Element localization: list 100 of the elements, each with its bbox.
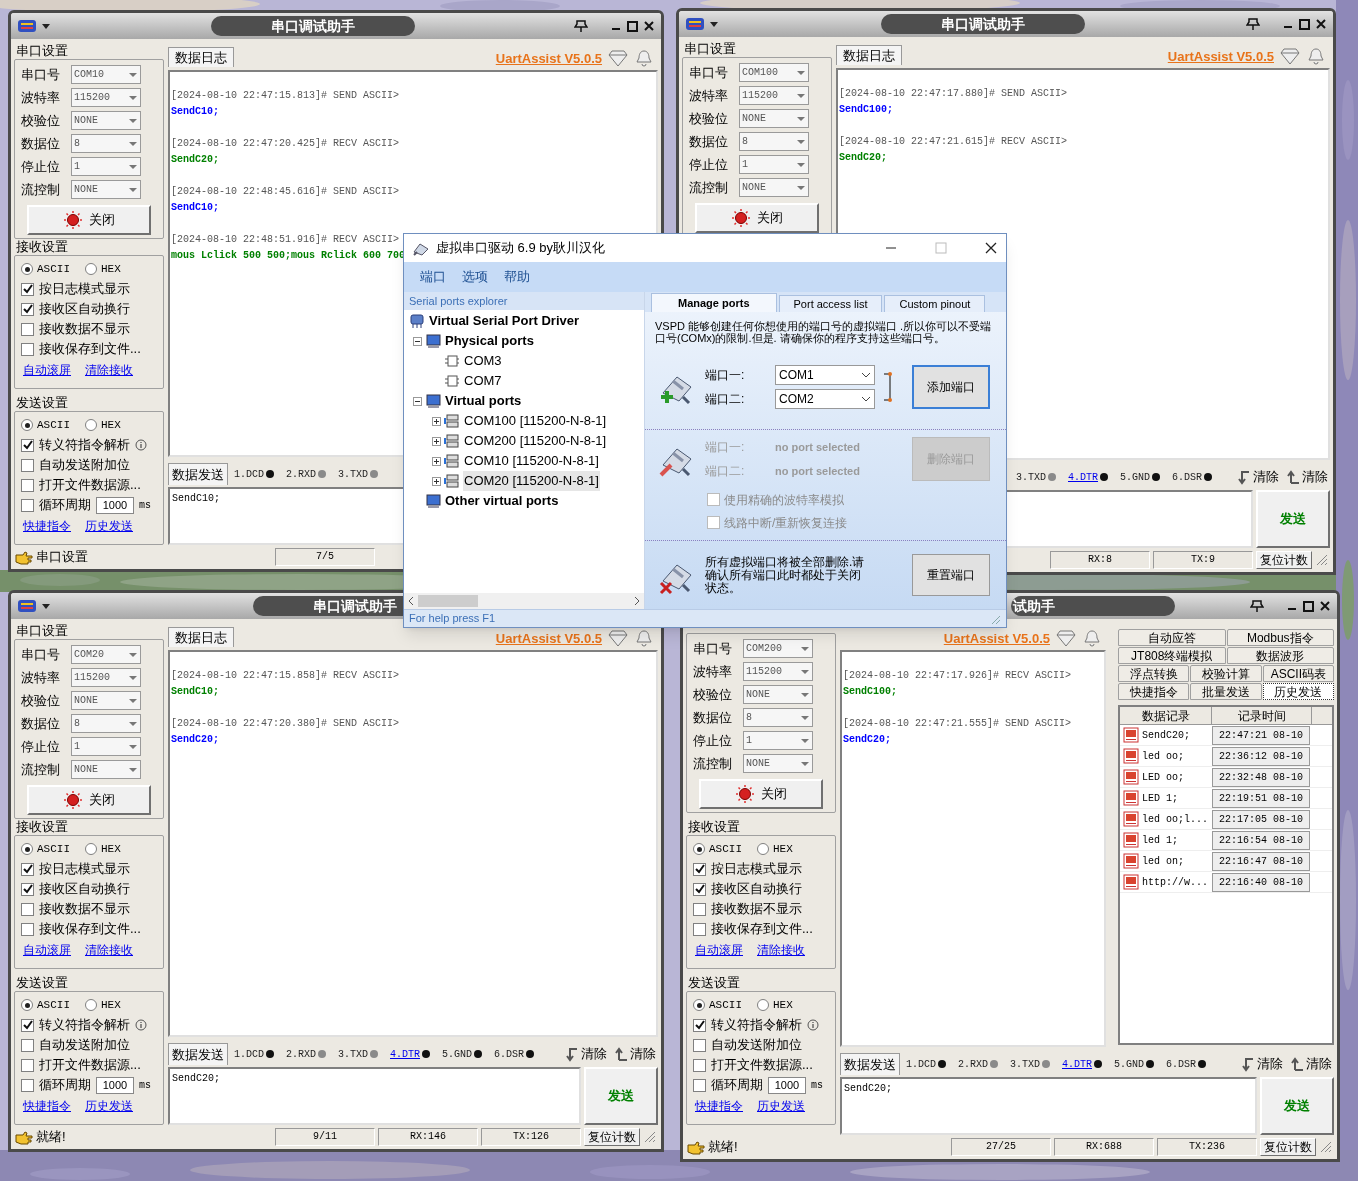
dropdown[interactable]: COM20 <box>71 645 141 664</box>
checkbox[interactable] <box>21 882 34 896</box>
menu-item[interactable]: 端口 <box>420 267 446 287</box>
tab[interactable]: 快捷指令 <box>1118 683 1190 700</box>
dropdown[interactable]: 1 <box>739 155 809 174</box>
table-cell[interactable]: 22:16:40 08-10 <box>1212 872 1310 892</box>
pin-icon[interactable] <box>1250 599 1264 613</box>
tab[interactable]: Port access list <box>778 295 883 312</box>
dropdown[interactable]: 115200 <box>743 662 813 681</box>
link[interactable]: 自动滚屏 <box>695 941 743 959</box>
maximize-icon[interactable] <box>1298 17 1311 31</box>
dropdown[interactable]: 8 <box>739 132 809 151</box>
close-port-button[interactable]: 关闭 <box>27 785 151 815</box>
table-cell[interactable]: led oo;l... <box>1142 811 1208 827</box>
tree-item[interactable]: Virtual ports <box>444 391 523 411</box>
app-icon[interactable] <box>685 16 705 32</box>
radio-button[interactable] <box>21 263 33 275</box>
port-dropdown[interactable]: COM2 <box>775 388 875 409</box>
expand-icon[interactable] <box>432 436 441 446</box>
tab[interactable]: 数据波形 <box>1226 647 1334 664</box>
dropdown[interactable]: 115200 <box>739 86 809 105</box>
clear-button[interactable]: 清除 <box>1236 467 1281 487</box>
tab[interactable]: JT808终端模拟 <box>1118 647 1226 664</box>
interval-field[interactable]: 1000 <box>768 1076 806 1094</box>
checkbox[interactable] <box>21 478 34 492</box>
tree-item[interactable]: COM7 <box>463 371 503 391</box>
expand-icon[interactable] <box>432 456 441 466</box>
interval-field[interactable]: 1000 <box>96 496 134 514</box>
tree-item[interactable]: Other virtual ports <box>444 491 560 511</box>
tab[interactable]: 自动应答 <box>1118 629 1226 646</box>
table-cell[interactable]: 22:36:12 08-10 <box>1212 746 1310 766</box>
radio-button[interactable] <box>693 999 705 1011</box>
link[interactable]: 历史发送 <box>757 1097 805 1115</box>
link[interactable]: 自动滚屏 <box>23 361 71 379</box>
checkbox[interactable] <box>21 498 34 512</box>
radio-button[interactable] <box>693 843 705 855</box>
dropdown[interactable]: COM100 <box>739 63 809 82</box>
link[interactable]: 快捷指令 <box>23 1097 71 1115</box>
tree-item[interactable]: COM20 [115200-N-8-1] <box>463 471 600 491</box>
table-cell[interactable]: 22:47:21 08-10 <box>1212 725 1310 745</box>
table-cell[interactable]: 22:32:48 08-10 <box>1212 767 1310 787</box>
close-port-button[interactable]: 关闭 <box>27 205 151 235</box>
tab[interactable]: 数据发送 <box>840 1053 900 1075</box>
clear-button[interactable]: 清除 <box>564 1044 609 1064</box>
table-cell[interactable]: 22:17:05 08-10 <box>1212 809 1310 829</box>
dropdown[interactable]: NONE <box>743 685 813 704</box>
dropdown[interactable]: NONE <box>71 111 141 130</box>
diamond-icon[interactable] <box>1280 47 1300 65</box>
tab[interactable]: 数据发送 <box>168 1043 228 1065</box>
radio-button[interactable] <box>85 419 97 431</box>
dropdown[interactable]: COM10 <box>71 65 141 84</box>
checkbox[interactable] <box>21 302 34 316</box>
resize-grip-icon[interactable] <box>1319 1140 1333 1154</box>
checkbox[interactable] <box>21 1078 34 1092</box>
checkbox[interactable] <box>21 1018 34 1032</box>
caret-icon[interactable] <box>41 22 51 30</box>
tab[interactable]: Custom pinout <box>884 295 986 312</box>
tree-item[interactable]: COM100 [115200-N-8-1] <box>463 411 608 431</box>
tree-item[interactable]: Virtual Serial Port Driver <box>428 311 581 331</box>
close-port-button[interactable]: 关闭 <box>699 779 823 809</box>
tab[interactable]: 数据日志 <box>168 47 234 67</box>
link[interactable]: 清除接收 <box>85 361 133 379</box>
close-port-button[interactable]: 关闭 <box>695 203 819 233</box>
dropdown[interactable]: 115200 <box>71 668 141 687</box>
checkbox[interactable] <box>21 1058 34 1072</box>
radio-button[interactable] <box>85 263 97 275</box>
resize-grip-icon[interactable] <box>1315 553 1329 567</box>
link[interactable]: 快捷指令 <box>23 517 71 535</box>
expand-icon[interactable] <box>432 476 441 486</box>
checkbox[interactable] <box>693 1018 706 1032</box>
dropdown[interactable]: 8 <box>71 134 141 153</box>
checkbox[interactable] <box>693 882 706 896</box>
expand-icon[interactable] <box>432 416 441 426</box>
dropdown[interactable]: NONE <box>71 691 141 710</box>
link[interactable]: 清除接收 <box>757 941 805 959</box>
scroll-right-icon[interactable] <box>632 596 642 606</box>
menu-item[interactable]: 帮助 <box>504 267 530 287</box>
tab[interactable]: 数据发送 <box>168 463 228 485</box>
tab[interactable]: Manage ports <box>651 293 777 312</box>
checkbox[interactable] <box>21 322 34 336</box>
tab[interactable]: ASCII码表 <box>1262 665 1334 682</box>
checkbox[interactable] <box>693 922 706 936</box>
dropdown[interactable]: NONE <box>71 760 141 779</box>
scroll-left-icon[interactable] <box>406 596 416 606</box>
dropdown[interactable]: 115200 <box>71 88 141 107</box>
collapse-icon[interactable] <box>413 336 422 346</box>
dropdown[interactable]: 1 <box>71 157 141 176</box>
caret-icon[interactable] <box>709 20 719 28</box>
tab[interactable]: 浮点转换 <box>1118 665 1190 682</box>
link[interactable]: 清除接收 <box>85 941 133 959</box>
maximize-icon[interactable] <box>1302 599 1315 613</box>
radio-button[interactable] <box>757 999 769 1011</box>
table-cell[interactable]: http://w... <box>1142 874 1208 890</box>
resize-grip-icon[interactable] <box>643 1130 657 1144</box>
radio-button[interactable] <box>21 999 33 1011</box>
checkbox[interactable] <box>693 1038 706 1052</box>
column-header[interactable]: 记录时间 <box>1212 707 1312 724</box>
tree-item[interactable]: COM10 [115200-N-8-1] <box>463 451 600 471</box>
dropdown[interactable]: 8 <box>743 708 813 727</box>
dropdown[interactable]: NONE <box>739 109 809 128</box>
